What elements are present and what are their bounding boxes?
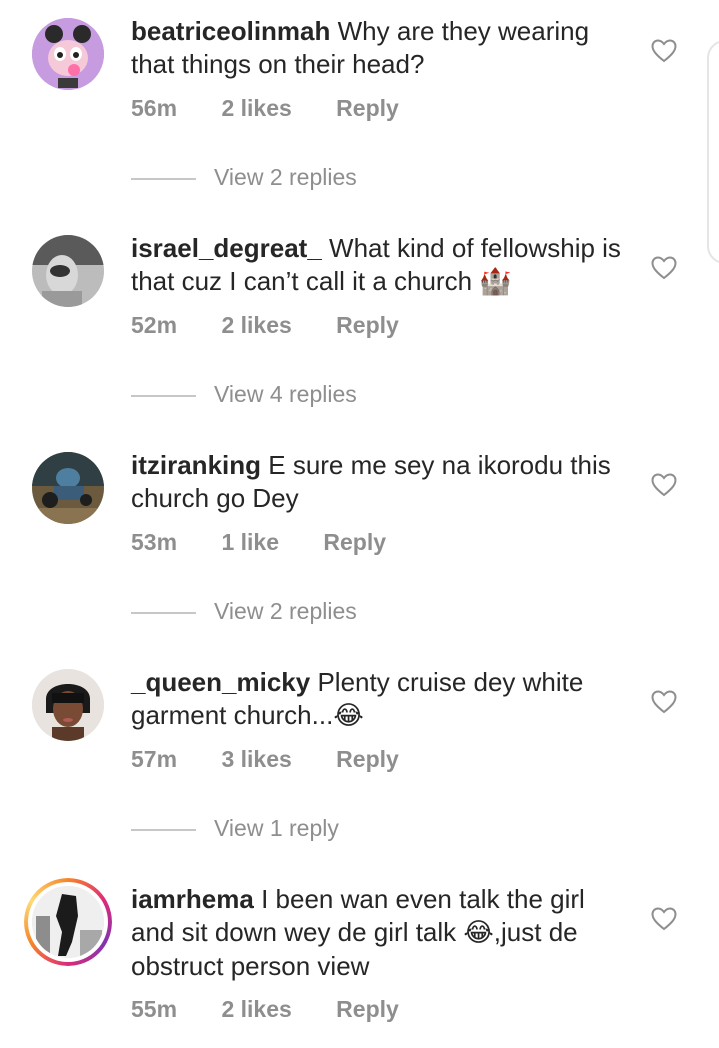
- comment-time: 52m: [131, 312, 178, 338]
- laughing-emoji: 😂: [463, 918, 494, 948]
- comment-meta: 57m 3 likes Reply: [131, 746, 399, 773]
- comment-text: iamrhema I been wan even talk the girl a…: [131, 883, 631, 983]
- heart-outline-icon[interactable]: [651, 256, 677, 280]
- heart-outline-icon[interactable]: [651, 907, 677, 931]
- comment-username[interactable]: iamrhema: [131, 884, 254, 914]
- heart-outline-icon[interactable]: [651, 473, 677, 497]
- reply-button[interactable]: Reply: [336, 996, 399, 1023]
- view-replies-label: View 2 replies: [214, 598, 357, 624]
- castle-emoji: 🏰: [479, 267, 512, 297]
- reply-button[interactable]: Reply: [336, 746, 399, 773]
- reply-button[interactable]: Reply: [336, 312, 399, 339]
- avatar[interactable]: [32, 18, 104, 90]
- view-replies-button[interactable]: View 2 replies: [131, 164, 357, 191]
- view-replies-button[interactable]: View 4 replies: [131, 381, 357, 408]
- comment-text: beatriceolinmah Why are they wearing tha…: [131, 15, 631, 81]
- comment-time: 53m: [131, 529, 178, 555]
- view-replies-button[interactable]: View 2 replies: [131, 598, 357, 625]
- comment-likes[interactable]: 2 likes: [221, 95, 291, 122]
- reply-button[interactable]: Reply: [323, 529, 386, 556]
- divider-line: [131, 394, 196, 397]
- comments-screen: beatriceolinmah Why are they wearing tha…: [0, 0, 719, 1048]
- comment-username[interactable]: beatriceolinmah: [131, 16, 330, 46]
- comment-meta: 56m 2 likes Reply: [131, 95, 399, 122]
- avatar-photo-image: [32, 669, 104, 741]
- comment-time: 56m: [131, 95, 178, 121]
- comment-username[interactable]: _queen_micky: [131, 667, 310, 697]
- comment-likes[interactable]: 1 like: [221, 529, 279, 556]
- divider-line: [131, 611, 196, 614]
- divider-line: [131, 828, 196, 831]
- side-card-edge: [707, 40, 719, 264]
- view-replies-button[interactable]: View 1 reply: [131, 815, 339, 842]
- comment-username[interactable]: itziranking: [131, 450, 261, 480]
- heart-outline-icon[interactable]: [651, 39, 677, 63]
- avatar-photo: [32, 886, 104, 958]
- view-replies-label: View 2 replies: [214, 164, 357, 190]
- avatar-photo-image: [32, 886, 104, 958]
- comment-likes[interactable]: 3 likes: [221, 746, 291, 773]
- comment-meta: 55m 2 likes Reply: [131, 996, 399, 1023]
- comment-likes[interactable]: 2 likes: [221, 996, 291, 1023]
- avatar-photo-image: [32, 235, 104, 307]
- avatar[interactable]: [32, 452, 104, 524]
- comment-time: 57m: [131, 746, 178, 772]
- comment-text: israel_degreat_ What kind of fellowship …: [131, 232, 631, 299]
- avatar[interactable]: [32, 235, 104, 307]
- laughing-emoji: 😂: [333, 701, 364, 731]
- avatar-cartoon-image: [32, 18, 104, 90]
- comment-text: _queen_micky Plenty cruise dey white gar…: [131, 666, 631, 733]
- comment-text: itziranking E sure me sey na ikorodu thi…: [131, 449, 631, 515]
- comment-username[interactable]: israel_degreat_: [131, 233, 322, 263]
- avatar[interactable]: [32, 669, 104, 741]
- view-replies-label: View 1 reply: [214, 815, 339, 841]
- comment-meta: 53m 1 like Reply: [131, 529, 386, 556]
- view-replies-label: View 4 replies: [214, 381, 357, 407]
- heart-outline-icon[interactable]: [651, 690, 677, 714]
- reply-button[interactable]: Reply: [336, 95, 399, 122]
- divider-line: [131, 177, 196, 180]
- avatar-with-story-ring[interactable]: [24, 878, 112, 966]
- comment-likes[interactable]: 2 likes: [221, 312, 291, 339]
- avatar-photo-image: [32, 452, 104, 524]
- comment-meta: 52m 2 likes Reply: [131, 312, 399, 339]
- comment-time: 55m: [131, 996, 178, 1022]
